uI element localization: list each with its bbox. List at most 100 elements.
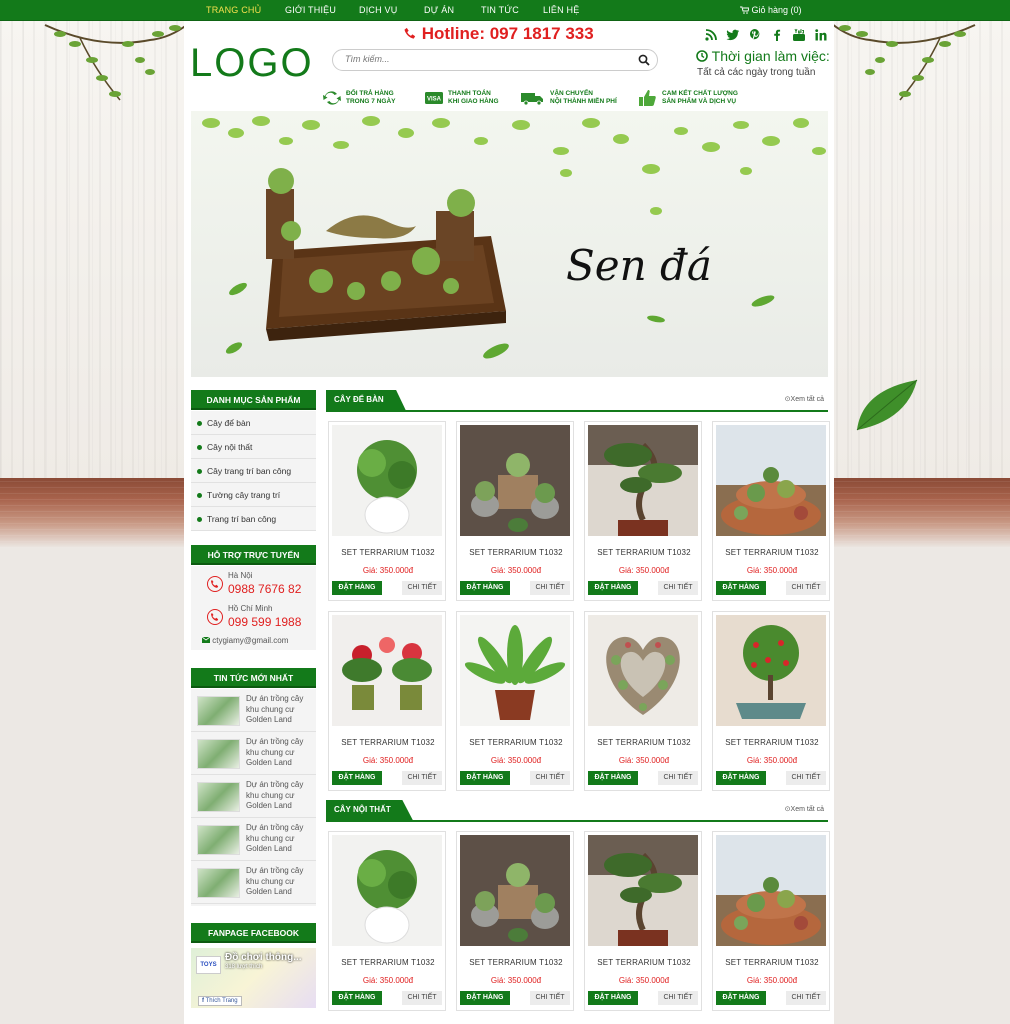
product-image[interactable] — [588, 835, 698, 946]
category-item[interactable]: Cây để bàn — [191, 411, 316, 435]
support-email[interactable]: ctygiamy@gmail.com — [201, 636, 288, 645]
product-name[interactable]: SET TERRARIUM T1032 — [585, 738, 703, 747]
product-image[interactable] — [332, 425, 442, 536]
order-button[interactable]: ĐẶT HÀNG — [588, 581, 638, 595]
product-name[interactable]: SET TERRARIUM T1032 — [457, 548, 575, 557]
nav-news[interactable]: TIN TỨC — [481, 5, 519, 15]
detail-button[interactable]: CHI TIẾT — [658, 581, 698, 595]
nav-projects[interactable]: DỰ ÁN — [424, 5, 454, 15]
news-item[interactable]: Dự án trồng cây khu chung cư Golden Land — [191, 689, 316, 732]
order-button[interactable]: ĐẶT HÀNG — [332, 581, 382, 595]
category-item[interactable]: Cây nội thất — [191, 435, 316, 459]
order-button[interactable]: ĐẶT HÀNG — [460, 771, 510, 785]
nav-contact[interactable]: LIÊN HỆ — [543, 5, 579, 15]
category-item[interactable]: Trang trí ban công — [191, 507, 316, 531]
product-card[interactable]: SET TERRARIUM T1032 Giá: 350.000đ ĐẶT HÀNG… — [584, 421, 702, 601]
product-card[interactable]: SET TERRARIUM T1032 Giá: 350.000đ ĐẶT HÀNG… — [712, 611, 830, 791]
news-item[interactable]: Dự án trồng cây khu chung cư Golden Land — [191, 775, 316, 818]
search-icon[interactable] — [638, 54, 650, 66]
detail-button[interactable]: CHI TIẾT — [402, 991, 442, 1005]
product-name[interactable]: SET TERRARIUM T1032 — [585, 548, 703, 557]
support-phone[interactable]: 099 599 1988 — [228, 615, 301, 629]
twitter-icon[interactable] — [726, 28, 740, 42]
facebook-icon[interactable] — [770, 28, 784, 42]
product-card[interactable]: SET TERRARIUM T1032 Giá: 350.000đ ĐẶT HÀNG… — [456, 831, 574, 1011]
detail-button[interactable]: CHI TIẾT — [786, 991, 826, 1005]
product-card[interactable]: SET TERRARIUM T1032 Giá: 350.000đ ĐẶT HÀNG… — [328, 831, 446, 1011]
product-image[interactable] — [460, 835, 570, 946]
product-card[interactable]: SET TERRARIUM T1032 Giá: 350.000đ ĐẶT HÀNG… — [712, 421, 830, 601]
category-item[interactable]: Tường cây trang trí — [191, 483, 316, 507]
product-name[interactable]: SET TERRARIUM T1032 — [713, 958, 831, 967]
hotline-text: Hotline: 097 1817 333 — [421, 24, 594, 43]
facebook-page-widget[interactable]: TOYS Đồ chơi thông... 318 lượt thích f T… — [191, 948, 316, 1008]
product-price: Giá: 350.000đ — [362, 976, 414, 985]
view-all-link[interactable]: ⊙Xem tất cả — [785, 395, 824, 403]
pinterest-icon[interactable] — [748, 28, 762, 42]
product-card[interactable]: SET TERRARIUM T1032 Giá: 350.000đ ĐẶT HÀNG… — [328, 611, 446, 791]
news-item[interactable]: Dự án trồng cây khu chung cư Golden Land — [191, 732, 316, 775]
product-image[interactable] — [716, 425, 826, 536]
product-name[interactable]: SET TERRARIUM T1032 — [457, 958, 575, 967]
linkedin-icon[interactable] — [814, 28, 828, 42]
detail-button[interactable]: CHI TIẾT — [402, 581, 442, 595]
order-button[interactable]: ĐẶT HÀNG — [460, 581, 510, 595]
detail-button[interactable]: CHI TIẾT — [786, 581, 826, 595]
product-price: Giá: 350.000đ — [618, 756, 670, 765]
product-name[interactable]: SET TERRARIUM T1032 — [713, 738, 831, 747]
page-container: LOGO Hotline: 097 1817 333 Thời gian làm… — [184, 21, 834, 1024]
product-image[interactable] — [588, 425, 698, 536]
product-name[interactable]: SET TERRARIUM T1032 — [329, 738, 447, 747]
order-button[interactable]: ĐẶT HÀNG — [588, 771, 638, 785]
order-button[interactable]: ĐẶT HÀNG — [332, 771, 382, 785]
product-image[interactable] — [716, 835, 826, 946]
worktime-label: Thời gian làm việc: — [711, 48, 830, 64]
order-button[interactable]: ĐẶT HÀNG — [588, 991, 638, 1005]
product-image[interactable] — [716, 615, 826, 726]
order-button[interactable]: ĐẶT HÀNG — [716, 991, 766, 1005]
product-card[interactable]: SET TERRARIUM T1032 Giá: 350.000đ ĐẶT HÀNG… — [328, 421, 446, 601]
order-button[interactable]: ĐẶT HÀNG — [716, 771, 766, 785]
order-button[interactable]: ĐẶT HÀNG — [716, 581, 766, 595]
detail-button[interactable]: CHI TIẾT — [786, 771, 826, 785]
support-phone[interactable]: 0988 7676 82 — [228, 582, 301, 596]
product-image[interactable] — [460, 425, 570, 536]
order-button[interactable]: ĐẶT HÀNG — [460, 991, 510, 1005]
view-all-link[interactable]: ⊙Xem tất cả — [785, 805, 824, 813]
detail-button[interactable]: CHI TIẾT — [530, 991, 570, 1005]
detail-button[interactable]: CHI TIẾT — [530, 771, 570, 785]
nav-home[interactable]: TRANG CHỦ — [206, 5, 261, 15]
youtube-icon[interactable] — [792, 28, 806, 42]
detail-button[interactable]: CHI TIẾT — [530, 581, 570, 595]
product-card[interactable]: SET TERRARIUM T1032 Giá: 350.000đ ĐẶT HÀNG… — [456, 611, 574, 791]
product-card[interactable]: SET TERRARIUM T1032 Giá: 350.000đ ĐẶT HÀNG… — [584, 611, 702, 791]
product-name[interactable]: SET TERRARIUM T1032 — [329, 548, 447, 557]
news-item[interactable]: Dự án trồng cây khu chung cư Golden Land — [191, 818, 316, 861]
product-name[interactable]: SET TERRARIUM T1032 — [457, 738, 575, 747]
nav-services[interactable]: DỊCH VỤ — [359, 5, 397, 15]
cart-link[interactable]: Giỏ hàng (0) — [740, 5, 802, 15]
product-name[interactable]: SET TERRARIUM T1032 — [585, 958, 703, 967]
product-name[interactable]: SET TERRARIUM T1032 — [713, 548, 831, 557]
detail-button[interactable]: CHI TIẾT — [402, 771, 442, 785]
detail-button[interactable]: CHI TIẾT — [658, 991, 698, 1005]
like-page-button[interactable]: f Thích Trang — [198, 996, 242, 1006]
product-card[interactable]: SET TERRARIUM T1032 Giá: 350.000đ ĐẶT HÀNG… — [712, 831, 830, 1011]
detail-button[interactable]: CHI TIẾT — [658, 771, 698, 785]
rss-icon[interactable] — [704, 28, 718, 42]
site-logo[interactable]: LOGO — [190, 41, 314, 86]
search-input[interactable] — [345, 54, 625, 64]
product-image[interactable] — [332, 615, 442, 726]
product-image[interactable] — [460, 615, 570, 726]
product-image[interactable] — [588, 615, 698, 726]
product-name[interactable]: SET TERRARIUM T1032 — [329, 958, 447, 967]
order-button[interactable]: ĐẶT HÀNG — [332, 991, 382, 1005]
product-card[interactable]: SET TERRARIUM T1032 Giá: 350.000đ ĐẶT HÀNG… — [584, 831, 702, 1011]
product-image[interactable] — [332, 835, 442, 946]
category-item[interactable]: Cây trang trí ban công — [191, 459, 316, 483]
product-card[interactable]: SET TERRARIUM T1032 Giá: 350.000đ ĐẶT HÀNG… — [456, 421, 574, 601]
facebook-icon: f — [202, 998, 204, 1004]
nav-about[interactable]: GIỚI THIỆU — [285, 5, 336, 15]
hero-banner[interactable]: Sen đá — [191, 111, 828, 377]
news-item[interactable]: Dự án trồng cây khu chung cư Golden Land — [191, 861, 316, 904]
